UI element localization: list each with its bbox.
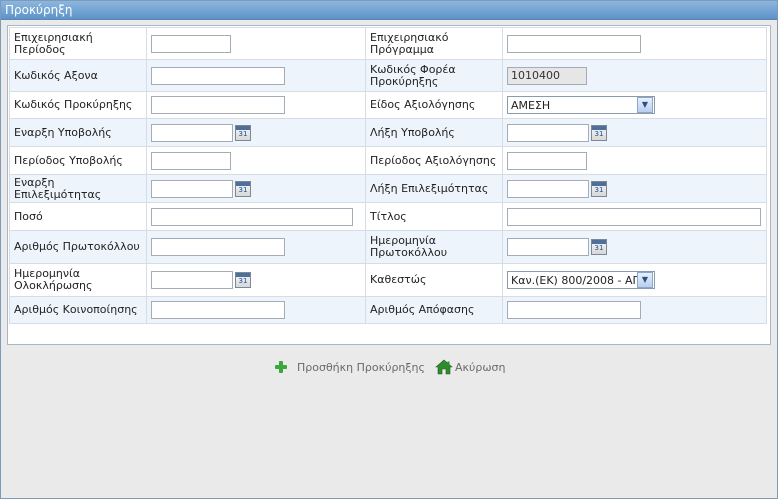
label-notification-number: Αριθμός Κοινοποίησης bbox=[9, 296, 147, 324]
label-body-code: Κωδικός Φορέα Προκύρηξης bbox=[365, 59, 503, 92]
label-axis-code: Κωδικός Αξονα bbox=[9, 59, 147, 92]
protocol-date-input[interactable] bbox=[507, 238, 589, 256]
label-title: Τίτλος bbox=[365, 202, 503, 231]
action-bar: Προσθήκη Προκύρηξης Ακύρωση bbox=[275, 359, 515, 375]
field-cell: ΑΜΕΣΗ ▼ bbox=[502, 91, 767, 119]
submission-start-input[interactable] bbox=[151, 123, 233, 142]
form-row: Κωδικός Προκύρηξης Είδος Αξιολόγησης ΑΜΕ… bbox=[9, 91, 767, 119]
evaluation-type-select[interactable]: ΑΜΕΣΗ ▼ bbox=[507, 96, 655, 114]
completion-date-input[interactable] bbox=[151, 271, 233, 289]
calendar-icon[interactable]: 31 bbox=[591, 124, 607, 141]
calendar-icon[interactable]: 31 bbox=[591, 239, 607, 255]
field-cell: 31 bbox=[502, 118, 767, 147]
eligibility-start-date: 31 bbox=[151, 179, 251, 198]
field-cell: 31 bbox=[146, 118, 366, 147]
label-submission-start: Εναρξη Υποβολής bbox=[9, 118, 147, 147]
window-title: Προκύρηξη bbox=[1, 1, 777, 20]
label-operational-period: Επιχειρησιακή Περίοδος bbox=[9, 27, 147, 60]
protocol-number-input[interactable] bbox=[151, 238, 285, 256]
amount-input[interactable] bbox=[151, 207, 353, 226]
field-cell bbox=[502, 59, 767, 92]
operational-program-input[interactable] bbox=[507, 34, 641, 53]
label-eligibility-start: Εναρξη Επιλεξιμότητας bbox=[9, 174, 147, 203]
label-completion-date: Ημερομηνία Ολοκλήρωσης bbox=[9, 263, 147, 297]
field-cell: 31 bbox=[146, 263, 366, 297]
submission-period-input[interactable] bbox=[151, 151, 231, 170]
label-submission-period: Περίοδος Υποβολής bbox=[9, 146, 147, 175]
label-eligibility-end: Λήξη Επιλεξιμότητας bbox=[365, 174, 503, 203]
label-operational-program: Επιχειρησιακό Πρόγραμμα bbox=[365, 27, 503, 60]
eligibility-end-date: 31 bbox=[507, 179, 607, 198]
cancel-button[interactable]: Ακύρωση bbox=[435, 359, 506, 375]
field-cell bbox=[502, 27, 767, 60]
form-row: Περίοδος Υποβολής Περίοδος Αξιολόγησης bbox=[9, 146, 767, 175]
decision-number-input[interactable] bbox=[507, 301, 641, 319]
form-row: Επιχειρησιακή Περίοδος Επιχειρησιακό Πρό… bbox=[9, 27, 767, 60]
eligibility-end-input[interactable] bbox=[507, 179, 589, 198]
field-cell bbox=[146, 91, 366, 119]
field-cell bbox=[146, 230, 366, 264]
title-input[interactable] bbox=[507, 207, 761, 226]
field-cell bbox=[146, 202, 366, 231]
submission-end-input[interactable] bbox=[507, 123, 589, 142]
evaluation-type-value: ΑΜΕΣΗ bbox=[511, 98, 551, 112]
label-decision-number: Αριθμός Απόφασης bbox=[365, 296, 503, 324]
form-row: Εναρξη Επιλεξιμότητας 31 Λήξη Επιλεξιμότ… bbox=[9, 174, 767, 203]
home-icon bbox=[435, 359, 453, 375]
chevron-down-icon[interactable]: ▼ bbox=[637, 97, 653, 113]
field-cell bbox=[502, 146, 767, 175]
evaluation-period-input[interactable] bbox=[507, 151, 587, 170]
plus-icon bbox=[275, 361, 287, 373]
label-submission-end: Λήξη Υποβολής bbox=[365, 118, 503, 147]
label-evaluation-type: Είδος Αξιολόγησης bbox=[365, 91, 503, 119]
label-protocol-date: Ημερομηνία Πρωτοκόλλου bbox=[365, 230, 503, 264]
axis-code-input[interactable] bbox=[151, 66, 285, 85]
field-cell: Καν.(ΕΚ) 800/2008 - ΑΓΑ ▼ bbox=[502, 263, 767, 297]
regime-value: Καν.(ΕΚ) 800/2008 - ΑΓΑ bbox=[511, 273, 637, 287]
announcement-code-input[interactable] bbox=[151, 96, 285, 114]
submission-end-date: 31 bbox=[507, 123, 607, 142]
field-cell: 31 bbox=[502, 230, 767, 264]
field-cell bbox=[146, 59, 366, 92]
protocol-date: 31 bbox=[507, 238, 607, 256]
form-row: Εναρξη Υποβολής 31 Λήξη Υποβολής 31 bbox=[9, 118, 767, 147]
form-row: Αριθμός Κοινοποίησης Αριθμός Απόφασης bbox=[9, 296, 767, 324]
calendar-icon[interactable]: 31 bbox=[235, 180, 251, 197]
label-announcement-code: Κωδικός Προκύρηξης bbox=[9, 91, 147, 119]
field-cell bbox=[146, 146, 366, 175]
body-code-input bbox=[507, 66, 587, 85]
cancel-label: Ακύρωση bbox=[454, 360, 506, 374]
label-amount: Ποσό bbox=[9, 202, 147, 231]
form-panel: Επιχειρησιακή Περίοδος Επιχειρησιακό Πρό… bbox=[7, 25, 771, 345]
field-cell bbox=[502, 296, 767, 324]
form-table: Επιχειρησιακή Περίοδος Επιχειρησιακό Πρό… bbox=[9, 27, 767, 324]
add-announcement-label: Προσθήκη Προκύρηξης bbox=[297, 360, 425, 374]
form-row: Ημερομηνία Ολοκλήρωσης 31 Καθεστώς Καν.(… bbox=[9, 263, 767, 297]
add-announcement-button[interactable]: Προσθήκη Προκύρηξης bbox=[275, 361, 425, 374]
calendar-icon[interactable]: 31 bbox=[235, 272, 251, 288]
label-regime: Καθεστώς bbox=[365, 263, 503, 297]
form-row: Κωδικός Αξονα Κωδικός Φορέα Προκύρηξης bbox=[9, 59, 767, 92]
notification-number-input[interactable] bbox=[151, 301, 285, 319]
eligibility-start-input[interactable] bbox=[151, 179, 233, 198]
field-cell bbox=[146, 296, 366, 324]
field-cell: 31 bbox=[502, 174, 767, 203]
label-protocol-number: Αριθμός Πρωτοκόλλου bbox=[9, 230, 147, 264]
submission-start-date: 31 bbox=[151, 123, 251, 142]
completion-date: 31 bbox=[151, 271, 251, 289]
regime-select[interactable]: Καν.(ΕΚ) 800/2008 - ΑΓΑ ▼ bbox=[507, 271, 655, 289]
field-cell: 31 bbox=[146, 174, 366, 203]
calendar-icon[interactable]: 31 bbox=[235, 124, 251, 141]
chevron-down-icon[interactable]: ▼ bbox=[637, 272, 653, 288]
operational-period-input[interactable] bbox=[151, 34, 231, 53]
form-window: Προκύρηξη Επιχειρησιακή Περίοδος Επιχειρ… bbox=[0, 0, 778, 499]
calendar-icon[interactable]: 31 bbox=[591, 180, 607, 197]
form-row: Ποσό Τίτλος bbox=[9, 202, 767, 231]
field-cell bbox=[146, 27, 366, 60]
field-cell bbox=[502, 202, 767, 231]
label-evaluation-period: Περίοδος Αξιολόγησης bbox=[365, 146, 503, 175]
form-row: Αριθμός Πρωτοκόλλου Ημερομηνία Πρωτοκόλλ… bbox=[9, 230, 767, 264]
